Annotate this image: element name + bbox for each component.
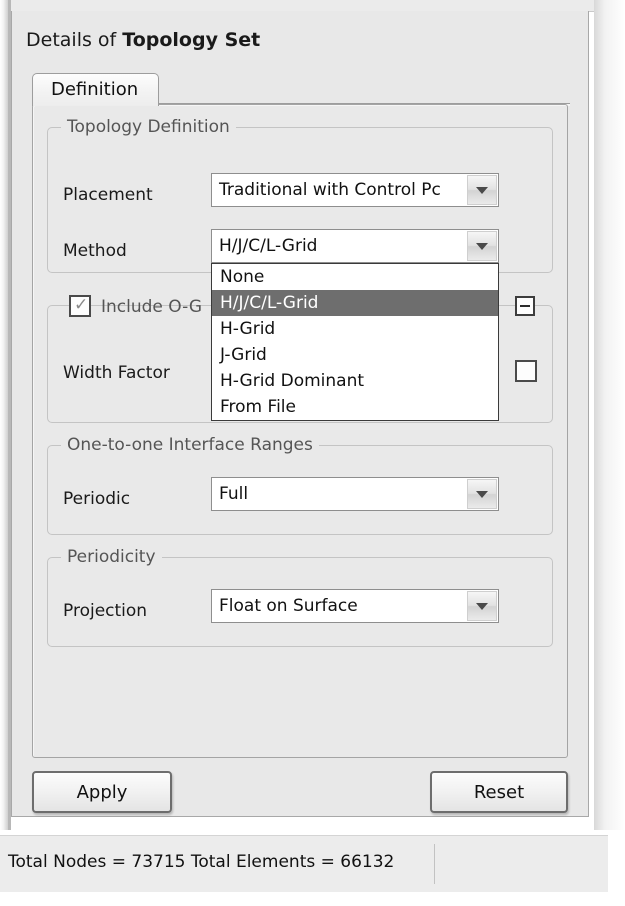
page-title-prefix: Details of [26,29,123,51]
chevron-down-icon[interactable] [467,591,497,621]
dropdown-option-selected[interactable]: H/J/C/L-Grid [212,290,498,316]
window-right-edge [594,0,625,830]
chevron-down-icon[interactable] [467,175,497,205]
label-projection: Projection [63,601,148,621]
tab-definition[interactable]: Definition [32,73,160,106]
group-topology-definition-legend: Topology Definition [61,117,236,137]
combobox-projection-value: Float on Surface [219,596,358,616]
dropdown-option[interactable]: H-Grid [212,316,498,342]
chevron-down-icon[interactable] [467,231,497,261]
page-title: Details of Topology Set [26,29,260,51]
dropdown-option[interactable]: H-Grid Dominant [212,368,498,394]
apply-button-label: Apply [76,781,128,803]
label-placement: Placement [63,185,153,205]
dropdown-option[interactable]: From File [212,394,498,420]
combobox-method[interactable]: H/J/C/L-Grid [211,229,499,263]
combobox-method-value: H/J/C/L-Grid [219,236,318,256]
combobox-placement[interactable]: Traditional with Control Pc [211,173,499,207]
reset-button[interactable]: Reset [430,771,568,813]
status-bar-inner: Total Nodes = 73715 Total Elements = 661… [0,835,608,892]
dropdown-list-method[interactable]: None H/J/C/L-Grid H-Grid J-Grid H-Grid D… [211,263,499,421]
combobox-periodic[interactable]: Full [211,477,499,511]
apply-button[interactable]: Apply [32,771,172,813]
dropdown-option[interactable]: J-Grid [212,342,498,368]
dropdown-option[interactable]: None [212,264,498,290]
label-method: Method [63,241,127,261]
combobox-projection[interactable]: Float on Surface [211,589,499,623]
tab-page-definition: Topology Definition Placement Traditiona… [32,104,568,758]
chevron-down-icon[interactable] [467,479,497,509]
label-include-ogrid: Include O-G [101,297,203,317]
status-bar-separator [434,844,435,884]
check-icon: ✓ [74,295,89,315]
checkbox-width-factor[interactable] [515,360,537,382]
reset-button-label: Reset [473,781,525,803]
status-bar: Total Nodes = 73715 Total Elements = 661… [0,830,625,906]
status-bar-text: Total Nodes = 73715 Total Elements = 661… [8,852,395,872]
details-panel-window: Details of Topology Set Definition Topol… [0,0,625,906]
label-width-factor: Width Factor [63,363,170,383]
combobox-placement-value: Traditional with Control Pc [219,180,441,200]
details-panel: Details of Topology Set Definition Topol… [11,11,589,817]
minus-box-icon[interactable] [515,296,535,316]
page-title-object: Topology Set [122,29,261,51]
window-left-edge [0,0,8,830]
combobox-periodic-value: Full [219,484,249,504]
label-periodic: Periodic [63,489,131,509]
checkbox-include-ogrid[interactable]: ✓ [69,295,91,317]
tab-bar: Definition [32,73,570,106]
group-periodicity-legend: Periodicity [61,547,162,567]
group-interface-ranges-legend: One-to-one Interface Ranges [61,435,319,455]
